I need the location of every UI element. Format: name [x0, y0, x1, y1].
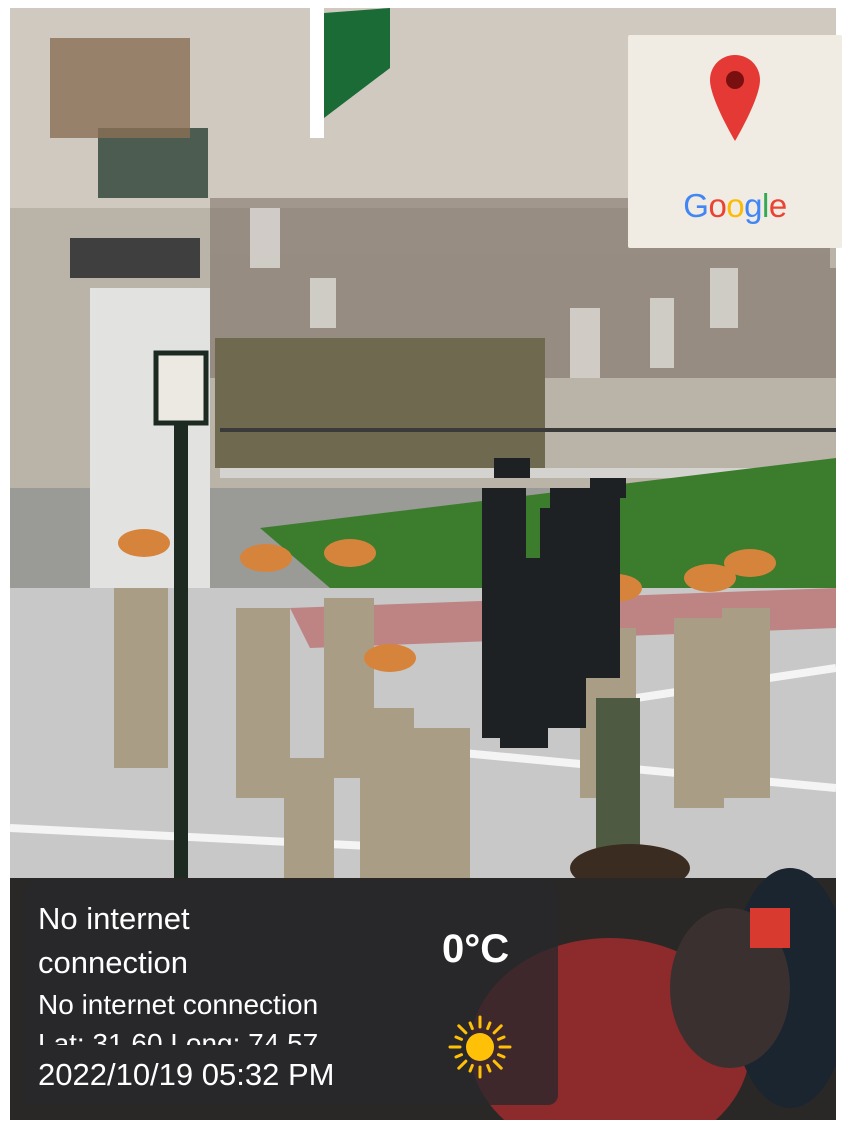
google-logo-letter: o [726, 187, 745, 224]
location-line-1: No internet [38, 901, 190, 936]
google-logo-letter: l [762, 187, 769, 224]
google-logo-letter: g [744, 187, 763, 224]
map-pin-icon [710, 55, 760, 141]
sun-icon [448, 1015, 512, 1079]
address-line: No internet connection [38, 989, 319, 1020]
screen: Google No internet connection No interne… [0, 0, 845, 1128]
location-line-2: connection [38, 945, 188, 980]
google-logo-letter: G [683, 187, 709, 224]
geotag-info-panel: No internet connection No internet conne… [24, 881, 558, 1105]
coordinates-line: Lat: 31.60 Long: 74.57 [38, 1028, 319, 1045]
temperature-label: 0°C [442, 927, 510, 971]
google-logo-letter: o [708, 187, 727, 224]
google-logo: Google [628, 189, 842, 222]
datetime-line: 2022/10/19 05:32 PM [38, 1057, 335, 1092]
map-thumbnail[interactable]: Google [628, 35, 842, 248]
google-logo-letter: e [768, 187, 787, 224]
